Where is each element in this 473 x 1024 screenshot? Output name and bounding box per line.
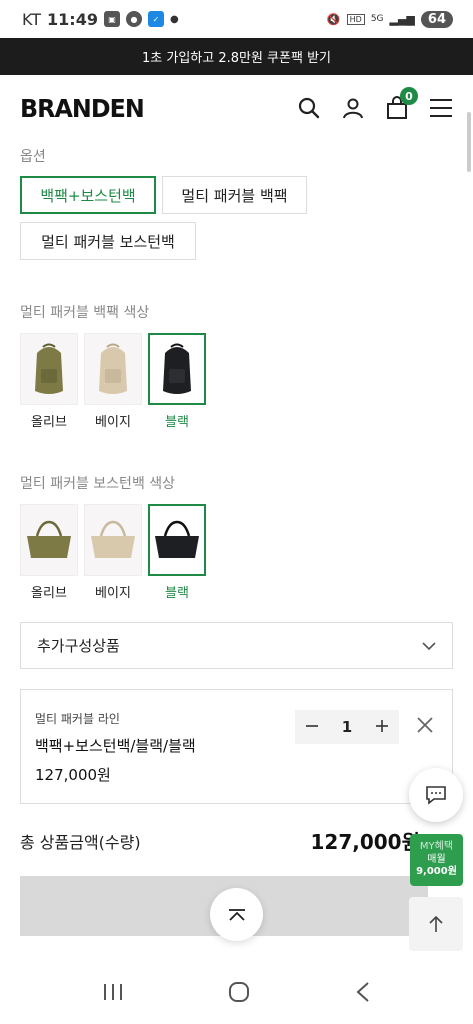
boston-beige-image	[84, 504, 142, 576]
total-label: 총 상품금액(수량)	[20, 832, 141, 852]
swatch-label: 블랙	[165, 415, 189, 430]
clock: 11:49	[47, 9, 98, 29]
user-icon[interactable]	[341, 96, 365, 120]
quantity-value[interactable]: 1	[342, 718, 352, 736]
more-notifications-icon: ●	[169, 13, 179, 25]
boston-black-image	[148, 504, 206, 576]
backpack-black-image	[148, 333, 206, 405]
total-row: 총 상품금액(수량) 127,000원	[20, 826, 420, 855]
option-backpack-boston[interactable]: 백팩+보스턴백	[20, 176, 156, 214]
chat-button[interactable]	[409, 768, 463, 822]
item-price: 127,000원	[35, 766, 111, 784]
boston-swatch-beige[interactable]: 베이지	[84, 504, 142, 601]
swatch-label: 올리브	[31, 586, 67, 601]
system-nav-bar	[0, 964, 473, 1024]
scrollbar[interactable]	[467, 112, 471, 172]
back-icon[interactable]	[355, 981, 371, 1007]
selected-item-card: 멀티 패커블 라인 백팩+보스턴백/블랙/블랙 127,000원 1	[20, 689, 453, 804]
network-type: 5G	[370, 14, 384, 24]
additional-products-label: 추가구성상품	[37, 637, 120, 655]
site-header: BRANDEN 0	[0, 75, 473, 141]
backpack-swatch-beige[interactable]: 베이지	[84, 333, 142, 430]
boston-color-swatches: 올리브 베이지 블랙	[20, 504, 206, 601]
carrier: KT	[22, 9, 42, 29]
search-icon[interactable]	[297, 96, 321, 120]
menu-icon[interactable]	[429, 96, 453, 120]
increase-button[interactable]	[375, 718, 389, 737]
boston-color-label: 멀티 패커블 보스턴백 색상	[20, 476, 176, 492]
signal-icon: ▂▄▆	[389, 12, 415, 26]
chevron-down-icon	[422, 637, 436, 655]
backpack-color-label: 멀티 패커블 백팩 색상	[20, 305, 150, 321]
backpack-swatch-olive[interactable]: 올리브	[20, 333, 78, 430]
collapse-panel-button[interactable]	[210, 888, 263, 941]
backpack-olive-image	[20, 333, 78, 405]
options-label: 옵션	[20, 149, 46, 165]
cart-count-badge: 0	[400, 87, 418, 105]
talk-icon: ●	[125, 11, 142, 27]
cart-icon[interactable]: 0	[385, 87, 418, 120]
promo-banner[interactable]: 1초 가입하고 2.8만원 쿠폰팩 받기	[0, 38, 473, 75]
backpack-color-swatches: 올리브 베이지 블랙	[20, 333, 206, 430]
app-notification-icon: ✓	[147, 11, 164, 27]
backpack-beige-image	[84, 333, 142, 405]
quantity-stepper: 1	[295, 710, 399, 744]
additional-products-select[interactable]: 추가구성상품	[20, 622, 453, 669]
decrease-button[interactable]	[305, 718, 319, 737]
my-benefit-period: 매월	[427, 853, 446, 865]
swatch-label: 베이지	[95, 415, 131, 430]
battery-indicator: 64	[420, 10, 453, 28]
mute-icon: 🔇	[326, 12, 341, 26]
recent-apps-icon[interactable]	[102, 982, 124, 1006]
brand-logo[interactable]: BRANDEN	[20, 94, 145, 123]
swatch-label: 베이지	[95, 586, 131, 601]
status-bar: KT 11:49 ▣ ● ✓ ● 🔇 HD 5G ▂▄▆ 64	[0, 0, 473, 38]
total-amount: 127,000원	[310, 830, 421, 854]
remove-item-button[interactable]	[416, 716, 436, 736]
my-benefit-button[interactable]: MY혜택 매월 9,000원	[410, 834, 463, 886]
my-benefit-amount: 9,000원	[416, 866, 457, 878]
boston-olive-image	[20, 504, 78, 576]
boston-swatch-black[interactable]: 블랙	[148, 504, 206, 601]
my-benefit-title: MY혜택	[419, 841, 454, 853]
option-backpack[interactable]: 멀티 패커블 백팩	[162, 176, 307, 214]
home-icon[interactable]	[228, 981, 250, 1007]
swatch-label: 블랙	[165, 586, 189, 601]
hd-icon: HD	[346, 13, 365, 25]
backpack-swatch-black[interactable]: 블랙	[148, 333, 206, 430]
option-boston[interactable]: 멀티 패커블 보스턴백	[20, 222, 196, 260]
swatch-label: 올리브	[31, 415, 67, 430]
scroll-to-top-button[interactable]	[409, 897, 463, 951]
screenshot-icon: ▣	[103, 11, 120, 27]
boston-swatch-olive[interactable]: 올리브	[20, 504, 78, 601]
